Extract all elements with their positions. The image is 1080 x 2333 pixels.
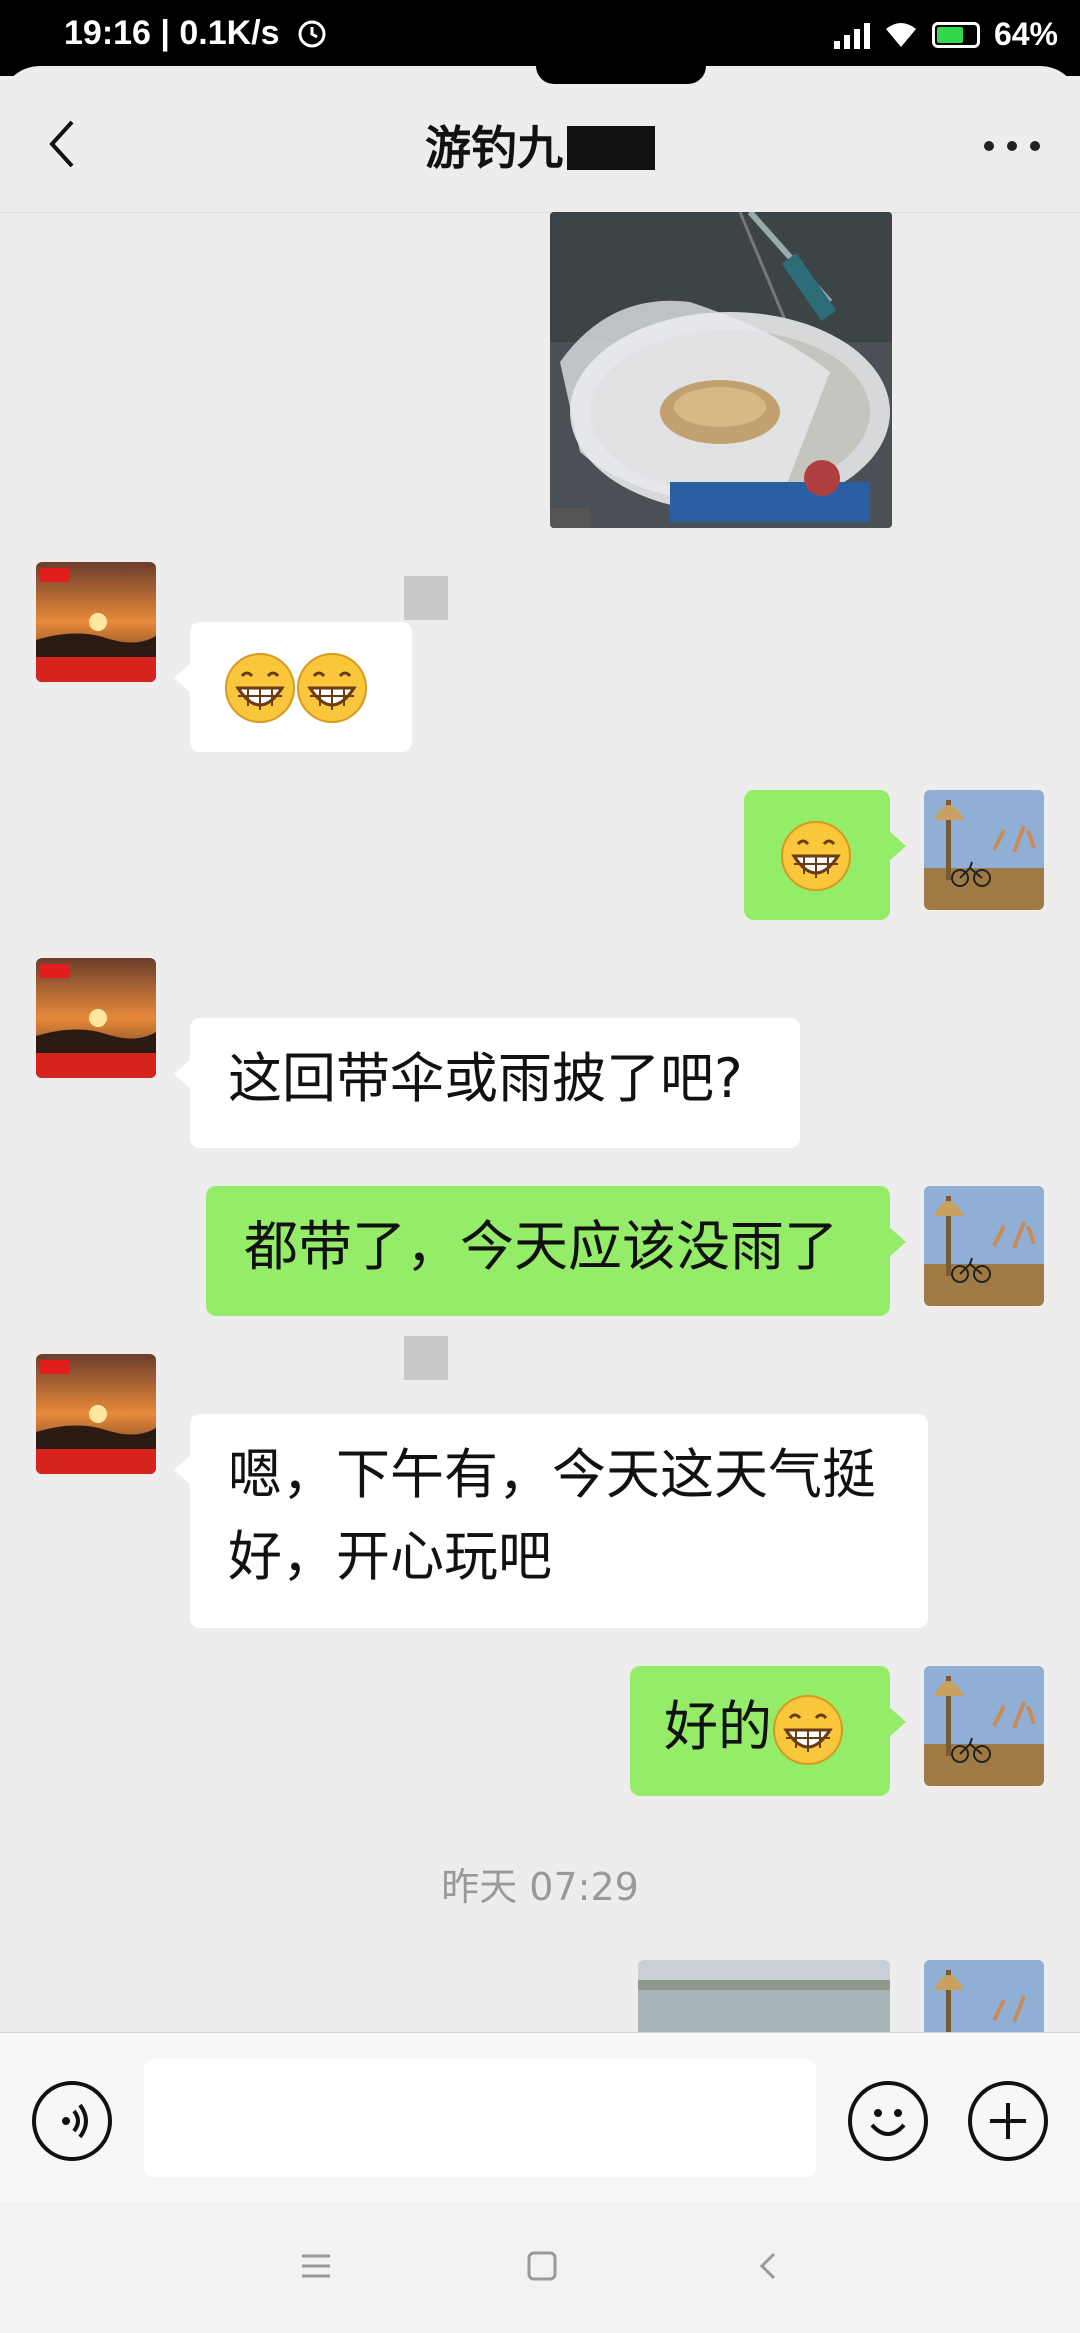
home-icon[interactable] — [522, 2246, 562, 2286]
incoming-text-bubble[interactable]: 嗯，下午有，今天这天气挺 好，开心玩吧 — [174, 1414, 928, 1628]
emoji-icon[interactable] — [848, 2081, 928, 2161]
outgoing-emoji-bubble[interactable] — [744, 790, 906, 920]
redaction-square — [404, 576, 448, 620]
battery-percent: 64% — [993, 16, 1058, 52]
plus-icon[interactable] — [968, 2081, 1048, 2161]
image-message-bait[interactable] — [550, 212, 892, 528]
system-nav-bar — [0, 2202, 1080, 2333]
message-text-line: 嗯，下午有，今天这天气挺 — [228, 1443, 876, 1506]
message-input[interactable] — [144, 2059, 816, 2177]
incoming-emoji-bubble[interactable] — [174, 622, 412, 752]
battery-icon — [931, 21, 980, 48]
grin-emoji-icon — [781, 821, 851, 892]
header-divider — [0, 212, 1080, 213]
back-nav-icon[interactable] — [748, 2246, 788, 2286]
grin-emoji-icon — [225, 653, 295, 724]
chat-title: 游钓九 — [0, 112, 1080, 178]
incoming-text-bubble[interactable]: 这回带伞或雨披了吧? — [174, 1018, 800, 1148]
wifi-icon — [885, 22, 916, 47]
avatar-self[interactable] — [924, 1186, 1044, 1306]
grin-emoji-icon — [773, 1695, 843, 1766]
signal-icon — [833, 21, 870, 49]
bait-photo — [550, 212, 892, 528]
time-divider: 昨天 07:29 — [441, 1865, 639, 1909]
avatar-contact[interactable] — [36, 1354, 156, 1474]
message-text: 这回带伞或雨披了吧? — [228, 1047, 743, 1110]
message-text: 都带了，今天应该没雨了 — [244, 1215, 838, 1278]
input-bar — [0, 2032, 1080, 2203]
lake-photo — [638, 1960, 890, 2032]
menu-icon[interactable] — [296, 2246, 336, 2286]
avatar-self[interactable] — [924, 1666, 1044, 1786]
alarm-icon — [298, 20, 326, 48]
image-message-lake[interactable] — [638, 1960, 890, 2032]
redaction-square — [404, 1336, 448, 1380]
avatar-self[interactable] — [924, 790, 1044, 910]
avatar-contact[interactable] — [36, 958, 156, 1078]
status-bar: 19:16 | 0.1K/s 64% — [0, 0, 1080, 76]
avatar-self[interactable] — [924, 1960, 1044, 2032]
redaction-block — [567, 126, 655, 170]
chat-header: 游钓九 — [0, 70, 1080, 214]
grin-emoji-icon — [297, 653, 367, 724]
outgoing-text-bubble[interactable]: 都带了，今天应该没雨了 — [206, 1186, 906, 1316]
message-text: 好的 — [664, 1695, 772, 1758]
voice-icon[interactable] — [32, 2081, 112, 2161]
avatar-contact[interactable] — [36, 562, 156, 682]
status-time: 19:16 | 0.1K/s — [64, 14, 329, 53]
outgoing-text-bubble[interactable]: 好的 — [630, 1666, 906, 1796]
more-icon[interactable] — [984, 136, 1040, 156]
message-text-line: 好，开心玩吧 — [228, 1525, 552, 1588]
